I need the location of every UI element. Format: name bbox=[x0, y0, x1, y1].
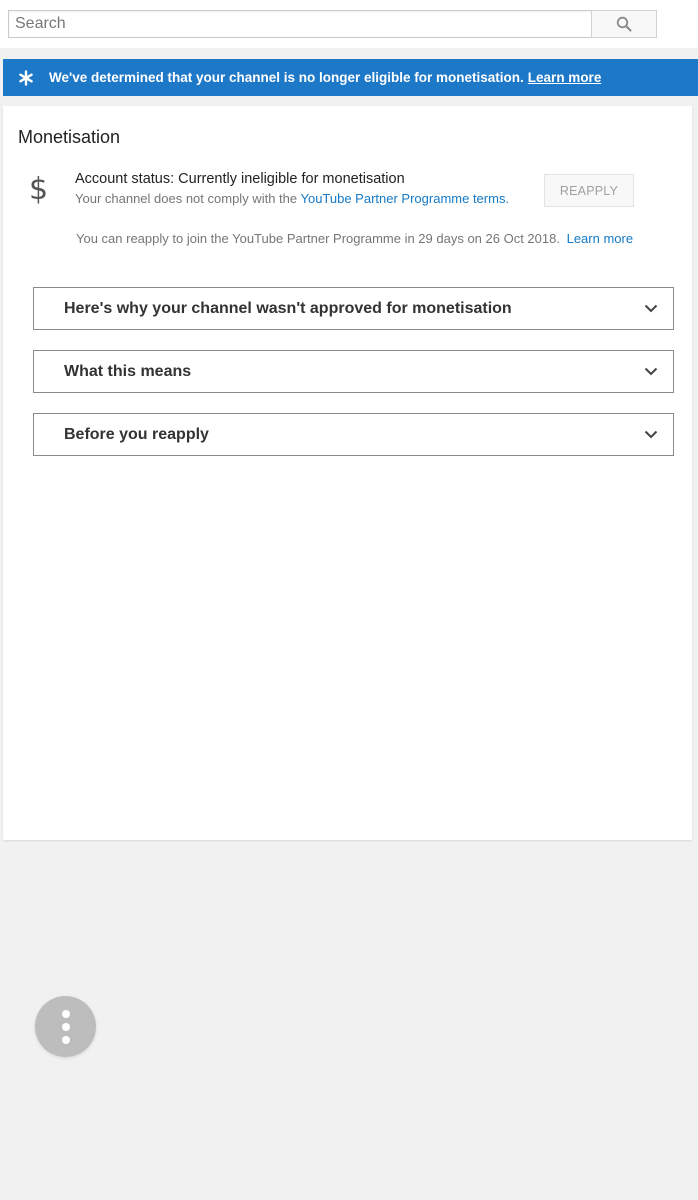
search-button[interactable] bbox=[591, 10, 657, 38]
search-icon bbox=[616, 16, 632, 32]
more-vertical-icon bbox=[61, 1009, 70, 1044]
partner-terms-link[interactable]: YouTube Partner Programme terms. bbox=[300, 191, 509, 206]
notice-banner: We've determined that your channel is no… bbox=[3, 59, 698, 96]
page-title: Monetisation bbox=[18, 127, 121, 147]
status-desc-text: Your channel does not comply with the bbox=[75, 191, 301, 206]
top-bar bbox=[0, 0, 698, 48]
reapply-info-text: You can reapply to join the YouTube Part… bbox=[76, 231, 560, 246]
account-status-title: Account status: Currently ineligible for… bbox=[75, 171, 405, 187]
search-input[interactable] bbox=[8, 10, 592, 38]
chevron-down-icon bbox=[629, 304, 673, 313]
monetisation-card: Monetisation $ Account status: Currently… bbox=[3, 106, 692, 840]
reapply-button[interactable]: REAPPLY bbox=[544, 174, 634, 207]
account-status-description: Your channel does not comply with the Yo… bbox=[75, 191, 509, 206]
accordion-label: Here's why your channel wasn't approved … bbox=[64, 299, 512, 317]
dollar-icon: $ bbox=[29, 172, 49, 207]
accordion-label: Before you reapply bbox=[64, 425, 209, 443]
accordion-what-this-means[interactable]: What this means bbox=[33, 350, 674, 393]
chevron-down-icon bbox=[629, 430, 673, 439]
accordion-why-not-approved[interactable]: Here's why your channel wasn't approved … bbox=[33, 287, 674, 330]
banner-learn-more-link[interactable]: Learn more bbox=[528, 70, 602, 85]
asterisk-icon bbox=[3, 59, 49, 96]
reapply-info: You can reapply to join the YouTube Part… bbox=[76, 231, 633, 246]
reapply-learn-more-link[interactable]: Learn more bbox=[567, 231, 633, 246]
accordion-before-you-reapply[interactable]: Before you reapply bbox=[33, 413, 674, 456]
chevron-down-icon bbox=[629, 367, 673, 376]
banner-message: We've determined that your channel is no… bbox=[49, 70, 524, 85]
more-options-button[interactable] bbox=[35, 996, 96, 1057]
accordion-label: What this means bbox=[64, 362, 192, 380]
